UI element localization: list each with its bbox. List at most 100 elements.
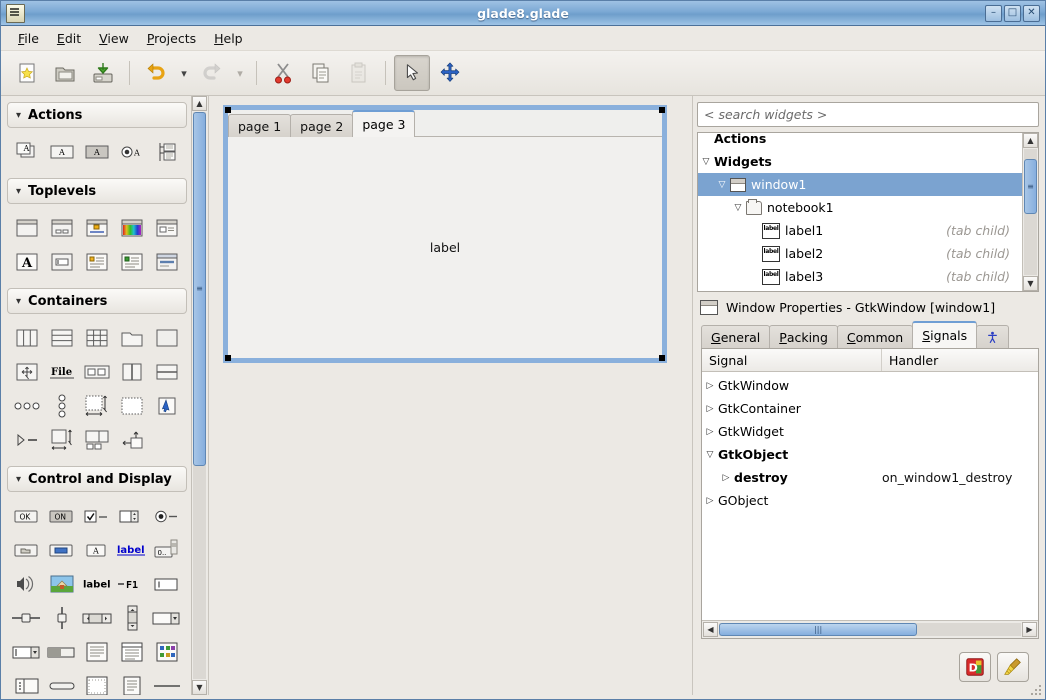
palette-item-alignment[interactable] <box>9 355 44 389</box>
palette-item-check-button[interactable] <box>79 499 114 533</box>
close-button[interactable]: ✕ <box>1023 4 1040 22</box>
chevron-right-icon[interactable]: ▷ <box>702 427 718 437</box>
palette-item-spin-button[interactable] <box>114 499 149 533</box>
design-notebook1[interactable]: page 1 page 2 page 3 label <box>228 110 662 358</box>
palette-item-button[interactable]: OK <box>9 499 44 533</box>
signal-row-destroy[interactable]: ▷ destroy on_window1_destroy <box>702 466 1038 489</box>
palette-item-notebook[interactable] <box>114 321 149 355</box>
tab-packing[interactable]: Packing <box>769 325 838 348</box>
palette-group-containers-header[interactable]: ▾ Containers <box>7 288 187 314</box>
tab-accessibility[interactable] <box>976 325 1010 348</box>
menu-edit[interactable]: Edit <box>48 28 90 49</box>
palette-item-label[interactable]: label <box>79 567 114 601</box>
menu-view[interactable]: View <box>90 28 138 49</box>
palette-scroll-down-arrow[interactable]: ▼ <box>192 680 207 695</box>
palette-item-input-dialog[interactable] <box>44 245 79 279</box>
signals-column-handler[interactable]: Handler <box>882 353 1038 368</box>
palette-item-event-box[interactable] <box>149 389 184 423</box>
documentation-button[interactable]: D <box>959 652 991 682</box>
selection-handle-top-right[interactable] <box>659 107 665 113</box>
palette-item-hscrollbar[interactable] <box>79 601 114 635</box>
palette-item-link-button[interactable]: label <box>114 533 149 567</box>
clear-signal-button[interactable] <box>997 652 1029 682</box>
palette-item-expander[interactable] <box>9 423 44 457</box>
palette-item-file-chooser-button[interactable] <box>9 533 44 567</box>
palette-group-control-and-display-header[interactable]: ▾ Control and Display <box>7 466 187 492</box>
palette-item-radio-button[interactable] <box>149 499 184 533</box>
signals-scroll-track[interactable]: ||| <box>719 623 1021 636</box>
menu-projects[interactable]: Projects <box>138 28 205 49</box>
palette-item-offscreen-window[interactable] <box>149 245 184 279</box>
select-pointer-button[interactable] <box>394 55 430 91</box>
signals-scroll-left-arrow[interactable]: ◀ <box>703 622 718 637</box>
chevron-down-icon[interactable]: ▽ <box>698 157 714 167</box>
new-button[interactable] <box>9 55 45 91</box>
signals-scroll-right-arrow[interactable]: ▶ <box>1022 622 1037 637</box>
chevron-down-icon[interactable]: ▽ <box>702 450 718 460</box>
palette-item-viewport[interactable] <box>114 389 149 423</box>
palette-item-hbox[interactable] <box>9 321 44 355</box>
menu-help[interactable]: Help <box>205 28 252 49</box>
palette-item-vscale[interactable] <box>44 601 79 635</box>
notebook-tab-page-2[interactable]: page 2 <box>290 114 354 137</box>
palette-item-color-button[interactable] <box>44 533 79 567</box>
open-button[interactable] <box>47 55 83 91</box>
palette-item-combo-box-entry[interactable] <box>9 635 44 669</box>
palette-item-combo-box[interactable] <box>149 601 184 635</box>
palette-item-separator[interactable] <box>44 669 79 695</box>
selection-handle-bottom-right[interactable] <box>659 355 665 361</box>
palette-item-vscrollbar[interactable] <box>114 601 149 635</box>
palette-scroll-track[interactable]: ≡ <box>193 112 206 679</box>
palette-item-action-group[interactable]: A <box>9 135 44 169</box>
palette-item-handle-box[interactable] <box>79 423 114 457</box>
palette-item-font-button[interactable]: A <box>79 533 114 567</box>
tree-scroll-track[interactable]: ≡ <box>1024 149 1037 275</box>
palette-item-toggle-action[interactable]: A <box>79 135 114 169</box>
palette-item-file-chooser-dialog[interactable] <box>149 211 184 245</box>
tree-row-notebook1[interactable]: ▽ notebook1 <box>698 196 1022 219</box>
page-content-label[interactable]: label <box>430 240 460 255</box>
palette-item-radio-action[interactable]: A <box>114 135 149 169</box>
palette-group-toplevels-header[interactable]: ▾ Toplevels <box>7 178 187 204</box>
palette-item-action[interactable]: A <box>44 135 79 169</box>
tree-row-label2[interactable]: label label2 (tab child) <box>698 242 1022 265</box>
palette-item-vbutton-box[interactable] <box>44 389 79 423</box>
design-canvas[interactable]: page 1 page 2 page 3 label <box>209 96 693 695</box>
palette-item-drawing-area[interactable] <box>79 669 114 695</box>
tab-general[interactable]: General <box>701 325 771 348</box>
palette-item-entry[interactable] <box>149 567 184 601</box>
palette-item-image[interactable] <box>44 567 79 601</box>
palette-item-accel-label[interactable]: F1 <box>114 567 149 601</box>
tree-scroll-up-arrow[interactable]: ▲ <box>1023 133 1038 148</box>
palette-item-icon-view[interactable] <box>149 635 184 669</box>
palette-item-hseparator[interactable] <box>149 669 184 695</box>
palette-item-vpaned[interactable] <box>149 355 184 389</box>
palette-item-toolbar-attach[interactable] <box>114 423 149 457</box>
copy-button[interactable] <box>303 55 339 91</box>
palette-item-toggle-button[interactable]: ON <box>44 499 79 533</box>
palette-item-vbox[interactable] <box>44 321 79 355</box>
palette-item-window[interactable] <box>9 211 44 245</box>
chevron-right-icon[interactable]: ▷ <box>702 381 718 391</box>
palette-item-tree-view[interactable] <box>114 635 149 669</box>
maximize-button[interactable]: □ <box>1004 4 1021 22</box>
palette-group-actions-header[interactable]: ▾ Actions <box>7 102 187 128</box>
signals-column-signal[interactable]: Signal <box>702 349 882 371</box>
palette-item-color-selection-dialog[interactable] <box>114 211 149 245</box>
signal-row-gobject[interactable]: ▷ GObject <box>702 489 1038 512</box>
chevron-down-icon[interactable]: ▽ <box>714 180 730 190</box>
signal-row-gtkcontainer[interactable]: ▷ GtkContainer <box>702 397 1038 420</box>
palette-item-volume-button[interactable] <box>9 567 44 601</box>
chevron-down-icon[interactable]: ▽ <box>730 203 746 213</box>
palette-item-frame[interactable] <box>149 321 184 355</box>
widget-tree[interactable]: Actions ▽ Widgets ▽ window1 ▽ notebook1 … <box>698 133 1022 291</box>
undo-dropdown-arrow[interactable]: ▾ <box>176 58 192 88</box>
undo-button[interactable] <box>138 55 174 91</box>
tree-scroll-thumb[interactable]: ≡ <box>1024 159 1037 214</box>
palette-item-text-view[interactable] <box>79 635 114 669</box>
search-widgets-input[interactable]: < search widgets > <box>697 102 1039 127</box>
palette-item-assistant[interactable] <box>114 245 149 279</box>
signal-row-gtkwidget[interactable]: ▷ GtkWidget <box>702 420 1038 443</box>
tree-scroll-down-arrow[interactable]: ▼ <box>1023 276 1038 291</box>
palette-item-scrolled-window[interactable] <box>79 389 114 423</box>
